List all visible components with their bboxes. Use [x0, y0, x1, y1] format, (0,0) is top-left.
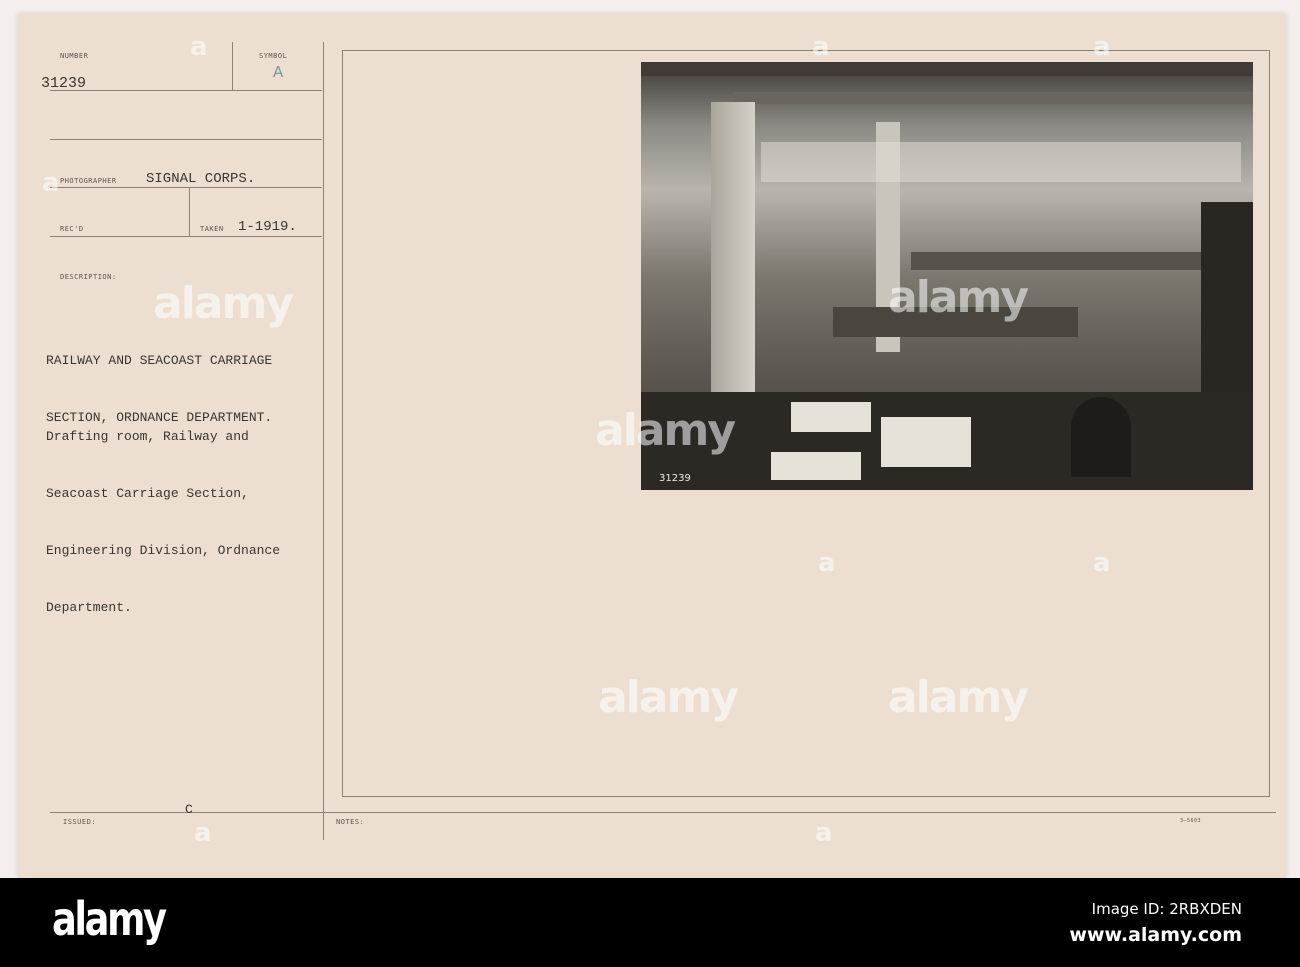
divider	[50, 139, 322, 140]
description-text: Drafting room, Railway and Seacoast Carr…	[46, 389, 280, 636]
watermark-glyph: a	[1093, 32, 1111, 62]
recd-label: REC'D	[60, 225, 84, 233]
watermark-glyph: a	[42, 168, 60, 198]
symbol-label: SYMBOL	[259, 52, 288, 60]
watermark-glyph: a	[812, 32, 830, 62]
alamy-logo: alamy	[52, 892, 167, 946]
title-line: RAILWAY AND SEACOAST CARRIAGE	[46, 353, 273, 368]
description-line: Seacoast Carriage Section,	[46, 486, 249, 501]
taken-label: TAKEN	[200, 225, 224, 233]
site-link[interactable]: www.alamy.com	[1069, 924, 1242, 946]
watermark: alamy	[153, 278, 294, 329]
notes-label: NOTES:	[336, 818, 365, 826]
number-label: NUMBER	[60, 52, 89, 60]
watermark: alamy	[888, 272, 1029, 323]
watermark: alamy	[888, 672, 1029, 723]
watermark-glyph: a	[194, 818, 212, 848]
description-line: Drafting room, Railway and	[46, 429, 249, 444]
watermark-glyph: a	[1093, 548, 1111, 578]
divider	[50, 90, 322, 91]
form-code: 3—5603	[1180, 818, 1202, 824]
watermark-glyph: a	[190, 32, 208, 62]
taken-value: 1-1919.	[238, 219, 297, 235]
image-id: Image ID: 2RBXDEN	[1091, 900, 1242, 918]
symbol-value: A	[273, 64, 284, 83]
number-value: 31239	[41, 75, 87, 92]
divider	[50, 812, 1276, 813]
issued-mark: C	[185, 802, 193, 817]
stock-footer: alamy Image ID: 2RBXDEN www.alamy.com	[0, 878, 1300, 967]
description-label: DESCRIPTION:	[60, 273, 117, 281]
description-line: Department.	[46, 600, 132, 615]
divider	[232, 42, 233, 90]
photographer-value: SIGNAL CORPS.	[146, 171, 256, 187]
watermark: alamy	[598, 672, 739, 723]
watermark-glyph: a	[815, 818, 833, 848]
issued-label: ISSUED:	[63, 818, 97, 826]
watermark-glyph: a	[818, 548, 836, 578]
divider	[189, 187, 190, 236]
divider	[323, 42, 324, 840]
photographer-label: PHOTOGRAPHER	[60, 177, 117, 185]
watermark: alamy	[595, 405, 736, 456]
photo-caption: 31239	[659, 473, 691, 484]
description-line: Engineering Division, Ordnance	[46, 543, 281, 558]
